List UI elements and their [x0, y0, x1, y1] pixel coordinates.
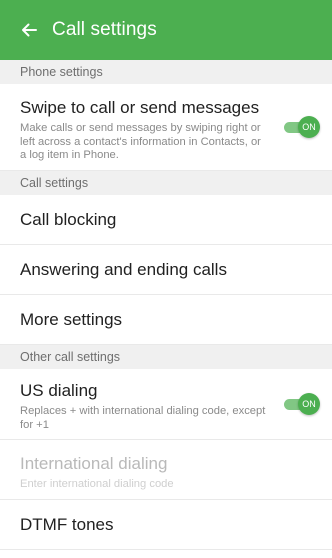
answering-ending-calls-item[interactable]: Answering and ending calls [0, 245, 332, 295]
swipe-title: Swipe to call or send messages [20, 98, 260, 117]
us-dialing-setting[interactable]: US dialing Replaces + with international… [0, 369, 332, 440]
swipe-subtitle: Make calls or send messages by swiping r… [20, 122, 261, 161]
more-settings-item[interactable]: More settings [0, 295, 332, 345]
dtmf-tones-item[interactable]: DTMF tones [0, 500, 332, 550]
us-dialing-toggle[interactable]: ON [284, 393, 320, 415]
call-blocking-item[interactable]: Call blocking [0, 195, 332, 245]
swipe-toggle-knob: ON [298, 116, 320, 138]
answering-ending-calls-title: Answering and ending calls [20, 259, 227, 279]
more-settings-title: More settings [20, 309, 123, 329]
swipe-text-column: Swipe to call or send messages Make call… [20, 98, 270, 163]
dtmf-tones-title: DTMF tones [20, 514, 114, 534]
arrow-left-icon[interactable] [18, 19, 40, 41]
swipe-to-call-setting[interactable]: Swipe to call or send messages Make call… [0, 84, 332, 171]
us-dialing-toggle-knob: ON [298, 393, 320, 415]
international-dialing-title: International dialing [20, 454, 168, 473]
call-settings-screen: Call settings Phone settings Swipe to ca… [0, 0, 332, 558]
section-header-other-call-settings: Other call settings [0, 345, 332, 369]
app-bar: Call settings [0, 0, 332, 60]
us-dialing-text-column: US dialing Replaces + with international… [20, 381, 270, 432]
us-dialing-subtitle: Replaces + with international dialing co… [20, 405, 266, 431]
section-header-phone-settings: Phone settings [0, 60, 332, 84]
swipe-toggle[interactable]: ON [284, 116, 320, 138]
international-dialing-item: International dialing Enter internationa… [0, 440, 332, 500]
call-blocking-title: Call blocking [20, 209, 117, 229]
page-title: Call settings [52, 19, 157, 40]
section-header-call-settings: Call settings [0, 171, 332, 195]
international-dialing-subtitle: Enter international dialing code [20, 478, 174, 490]
us-dialing-title: US dialing [20, 381, 98, 400]
